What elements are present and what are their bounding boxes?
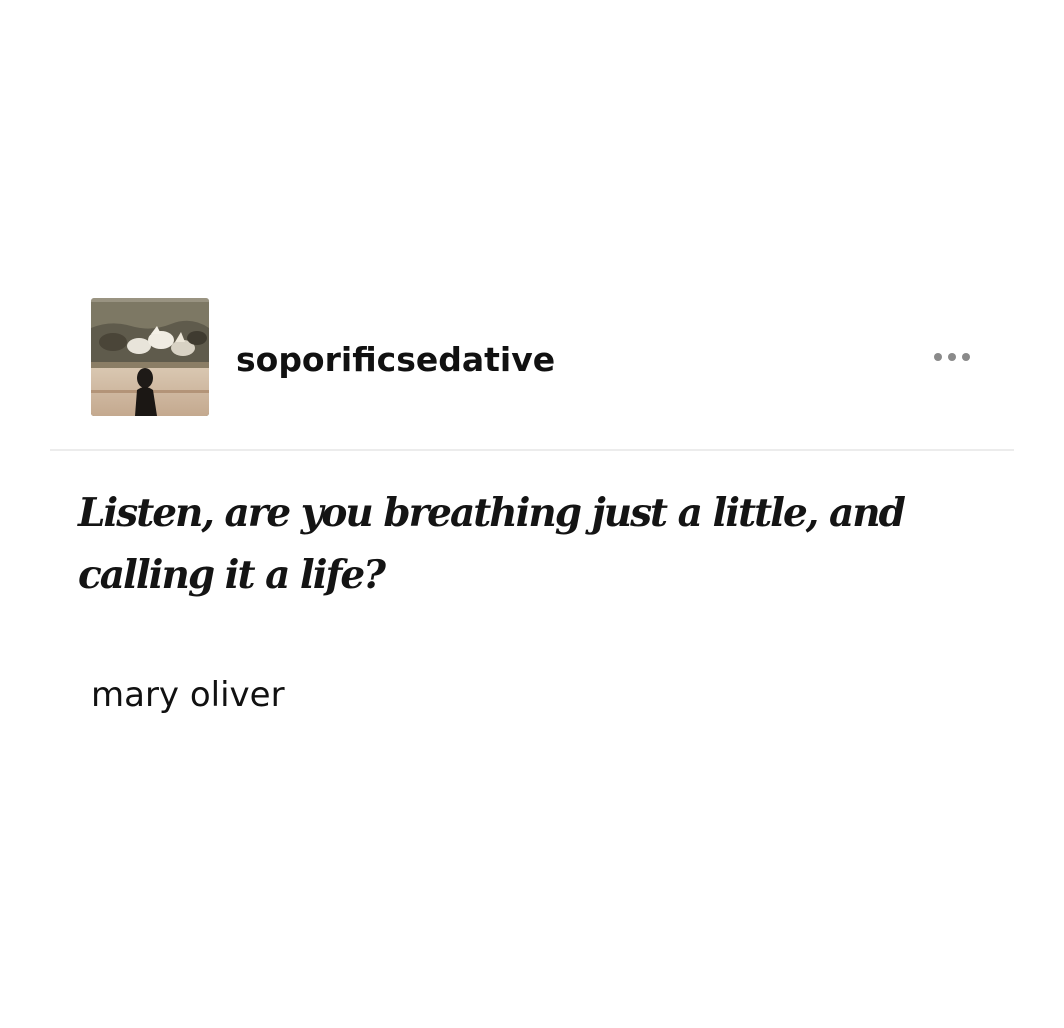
header-divider (50, 449, 1014, 451)
quote-text: Listen, are you breathing just a little,… (78, 490, 906, 598)
avatar[interactable] (91, 298, 209, 416)
avatar-image (91, 298, 209, 416)
ellipsis-icon (934, 353, 970, 361)
post-card: soporificsedative Listen, are you breath… (0, 0, 1064, 1028)
quote-attribution: mary oliver (91, 675, 285, 715)
username[interactable]: soporificsedative (236, 338, 555, 382)
more-options-button[interactable] (925, 340, 979, 374)
